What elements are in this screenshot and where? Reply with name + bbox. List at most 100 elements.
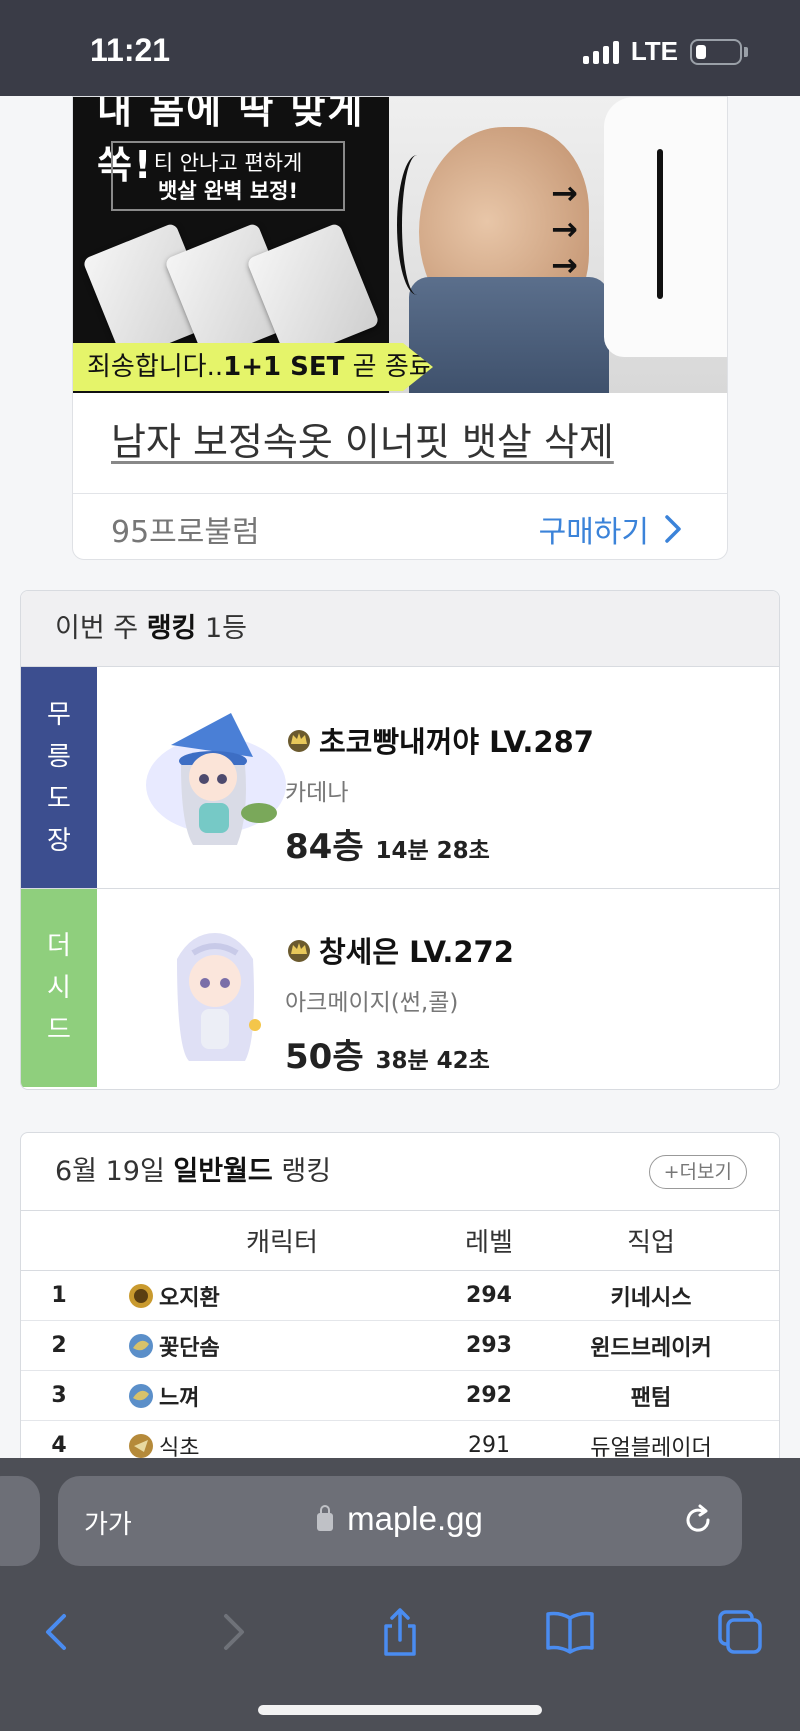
level-cell: 294 — [466, 1283, 512, 1308]
chevron-right-icon — [665, 515, 681, 543]
plus-icon: + — [663, 1161, 680, 1183]
header-prefix: 이번 주 — [55, 613, 147, 644]
url-text: maple.gg — [347, 1500, 483, 1537]
ribbon-prefix: 죄송합니다.. — [87, 352, 224, 382]
floor-value: 84층 — [285, 827, 364, 867]
clear-time: 14분 28초 — [375, 838, 490, 864]
rank-cell: 1 — [51, 1283, 67, 1308]
character-floor: 84층 14분 28초 — [285, 819, 594, 868]
tag-char: 드 — [47, 1015, 71, 1045]
job-emblem-icon — [129, 1383, 153, 1408]
back-icon[interactable] — [30, 1604, 86, 1660]
curve-mark — [397, 155, 437, 295]
tag-char: 무 — [47, 699, 71, 730]
shirt-image — [604, 97, 727, 357]
buy-label: 구매하기 — [538, 515, 649, 550]
lock-icon — [317, 1505, 334, 1531]
previous-tab-pill[interactable] — [0, 1476, 40, 1566]
rank-cell: 2 — [51, 1333, 67, 1358]
character-name-text: 초코빵내꺼야 LV.287 — [319, 725, 594, 759]
ad-title-link[interactable]: 남자 보정속옷 이너핏 뱃살 삭제 — [111, 411, 614, 466]
ad-brand: 95프로불럼 — [111, 515, 260, 550]
ribbon-suffix: 곧 종료 — [344, 352, 433, 382]
job-cell: 듀얼블레이더 — [590, 1435, 712, 1461]
table-header: 캐릭터 레벨 직업 — [21, 1211, 779, 1271]
header-suffix: 1등 — [196, 613, 247, 644]
bookmarks-icon[interactable] — [542, 1604, 598, 1660]
crown-icon — [288, 940, 310, 962]
job-emblem-icon — [129, 1333, 153, 1358]
column-job: 직업 — [627, 1228, 675, 1258]
level-cell: 292 — [466, 1383, 512, 1408]
table-row[interactable]: 1 오지환 294 키네시스 — [21, 1271, 779, 1321]
ad-card[interactable]: 내 몸에 딱 맞게 쏙! 티 안나고 편하게 뱃살 완벽 보정! → → → 죄송합… — [72, 96, 728, 560]
jeans-image — [409, 277, 609, 393]
tag-char: 릉 — [47, 741, 71, 772]
character-floor: 50층 38분 42초 — [285, 1029, 514, 1078]
character-cell: 꽃단솜 — [97, 1330, 417, 1362]
mureung-tag: 무 릉 도 장 — [21, 667, 97, 888]
rank-cell: 3 — [51, 1383, 67, 1408]
character-name: 느껴 — [159, 1385, 200, 1411]
ad-promo-box: 티 안나고 편하게 뱃살 완벽 보정! — [111, 141, 345, 211]
job-cell: 팬텀 — [630, 1385, 672, 1411]
ad-divider — [73, 493, 727, 494]
character-name-text: 창세은 LV.272 — [319, 935, 514, 969]
ad-ribbon: 죄송합니다..1+1 SET 곧 종료 — [73, 343, 433, 391]
header-suffix: 랭킹 — [272, 1156, 332, 1187]
product-pouch-image — [246, 222, 380, 362]
header-world: 일반월드 — [173, 1156, 273, 1187]
more-button[interactable]: +더보기 — [648, 1155, 747, 1189]
weekly-ranking-header: 이번 주 랭킹 1등 — [21, 591, 779, 667]
header-date: 6월 19일 — [55, 1156, 174, 1187]
character-avatar — [146, 713, 286, 845]
job-cell: 윈드브레이커 — [590, 1335, 712, 1361]
status-time: 11:21 — [90, 32, 171, 68]
address-bar[interactable]: 가가 maple.gg — [58, 1476, 742, 1566]
tag-char: 장 — [47, 825, 71, 856]
seed-ranking-row[interactable]: 더 시 드 창세은 LV.272 아크메이지(썬,콜) 50층 38분 42초 — [21, 889, 779, 1087]
crown-icon — [288, 730, 310, 752]
browser-bar: 가가 maple.gg — [0, 1458, 800, 1731]
header-bold: 랭킹 — [146, 613, 197, 644]
table-row[interactable]: 2 꽃단솜 293 윈드브레이커 — [21, 1321, 779, 1371]
tag-char: 도 — [47, 783, 71, 814]
seed-tag: 더 시 드 — [21, 889, 97, 1087]
forward-icon[interactable] — [204, 1604, 260, 1660]
share-icon[interactable] — [372, 1604, 428, 1660]
buy-button[interactable]: 구매하기 — [539, 507, 681, 551]
character-name[interactable]: 초코빵내꺼야 LV.287 — [285, 719, 594, 761]
ad-model-image: → → → — [389, 97, 727, 393]
character-name: 식초 — [159, 1435, 200, 1461]
world-ranking-header: 6월 19일 일반월드 랭킹 +더보기 — [21, 1133, 779, 1211]
arrows-icon: → → → — [551, 174, 578, 284]
character-info: 창세은 LV.272 아크메이지(썬,콜) 50층 38분 42초 — [285, 929, 514, 1078]
url-display[interactable]: maple.gg — [58, 1500, 742, 1538]
character-info: 초코빵내꺼야 LV.287 카데나 84층 14분 28초 — [285, 719, 594, 868]
weekly-ranking-card: 이번 주 랭킹 1등 무 릉 도 장 초코빵내꺼야 LV.287 카데나 84층… — [20, 590, 780, 1090]
character-name[interactable]: 창세은 LV.272 — [285, 929, 514, 971]
character-name: 꽃단솜 — [159, 1335, 220, 1361]
character-name: 오지환 — [159, 1285, 220, 1311]
reload-icon[interactable] — [680, 1502, 716, 1538]
more-label: 더보기 — [679, 1161, 732, 1183]
level-cell: 291 — [468, 1433, 510, 1458]
clear-time: 38분 42초 — [375, 1048, 490, 1074]
ad-box-line2: 뱃살 완벽 보정! — [157, 179, 299, 203]
rank-cell: 4 — [51, 1433, 67, 1458]
world-ranking-card: 6월 19일 일반월드 랭킹 +더보기 캐릭터 레벨 직업 1 오지환 294 … — [20, 1132, 780, 1472]
character-job: 카데나 — [285, 780, 349, 806]
line-mark — [657, 149, 663, 299]
character-cell: 식초 — [97, 1430, 417, 1462]
table-row[interactable]: 3 느껴 292 팬텀 — [21, 1371, 779, 1421]
tabs-icon[interactable] — [712, 1604, 768, 1660]
tag-char: 더 — [47, 931, 71, 961]
level-cell: 293 — [466, 1333, 512, 1358]
tag-char: 시 — [47, 973, 71, 1003]
signal-icon — [582, 40, 619, 64]
ad-image[interactable]: 내 몸에 딱 맞게 쏙! 티 안나고 편하게 뱃살 완벽 보정! → → → 죄송합… — [73, 97, 727, 393]
character-cell: 느껴 — [97, 1380, 417, 1412]
mureung-ranking-row[interactable]: 무 릉 도 장 초코빵내꺼야 LV.287 카데나 84층 14분 28초 — [21, 667, 779, 889]
column-character: 캐릭터 — [246, 1228, 318, 1258]
browser-toolbar — [0, 1588, 800, 1668]
